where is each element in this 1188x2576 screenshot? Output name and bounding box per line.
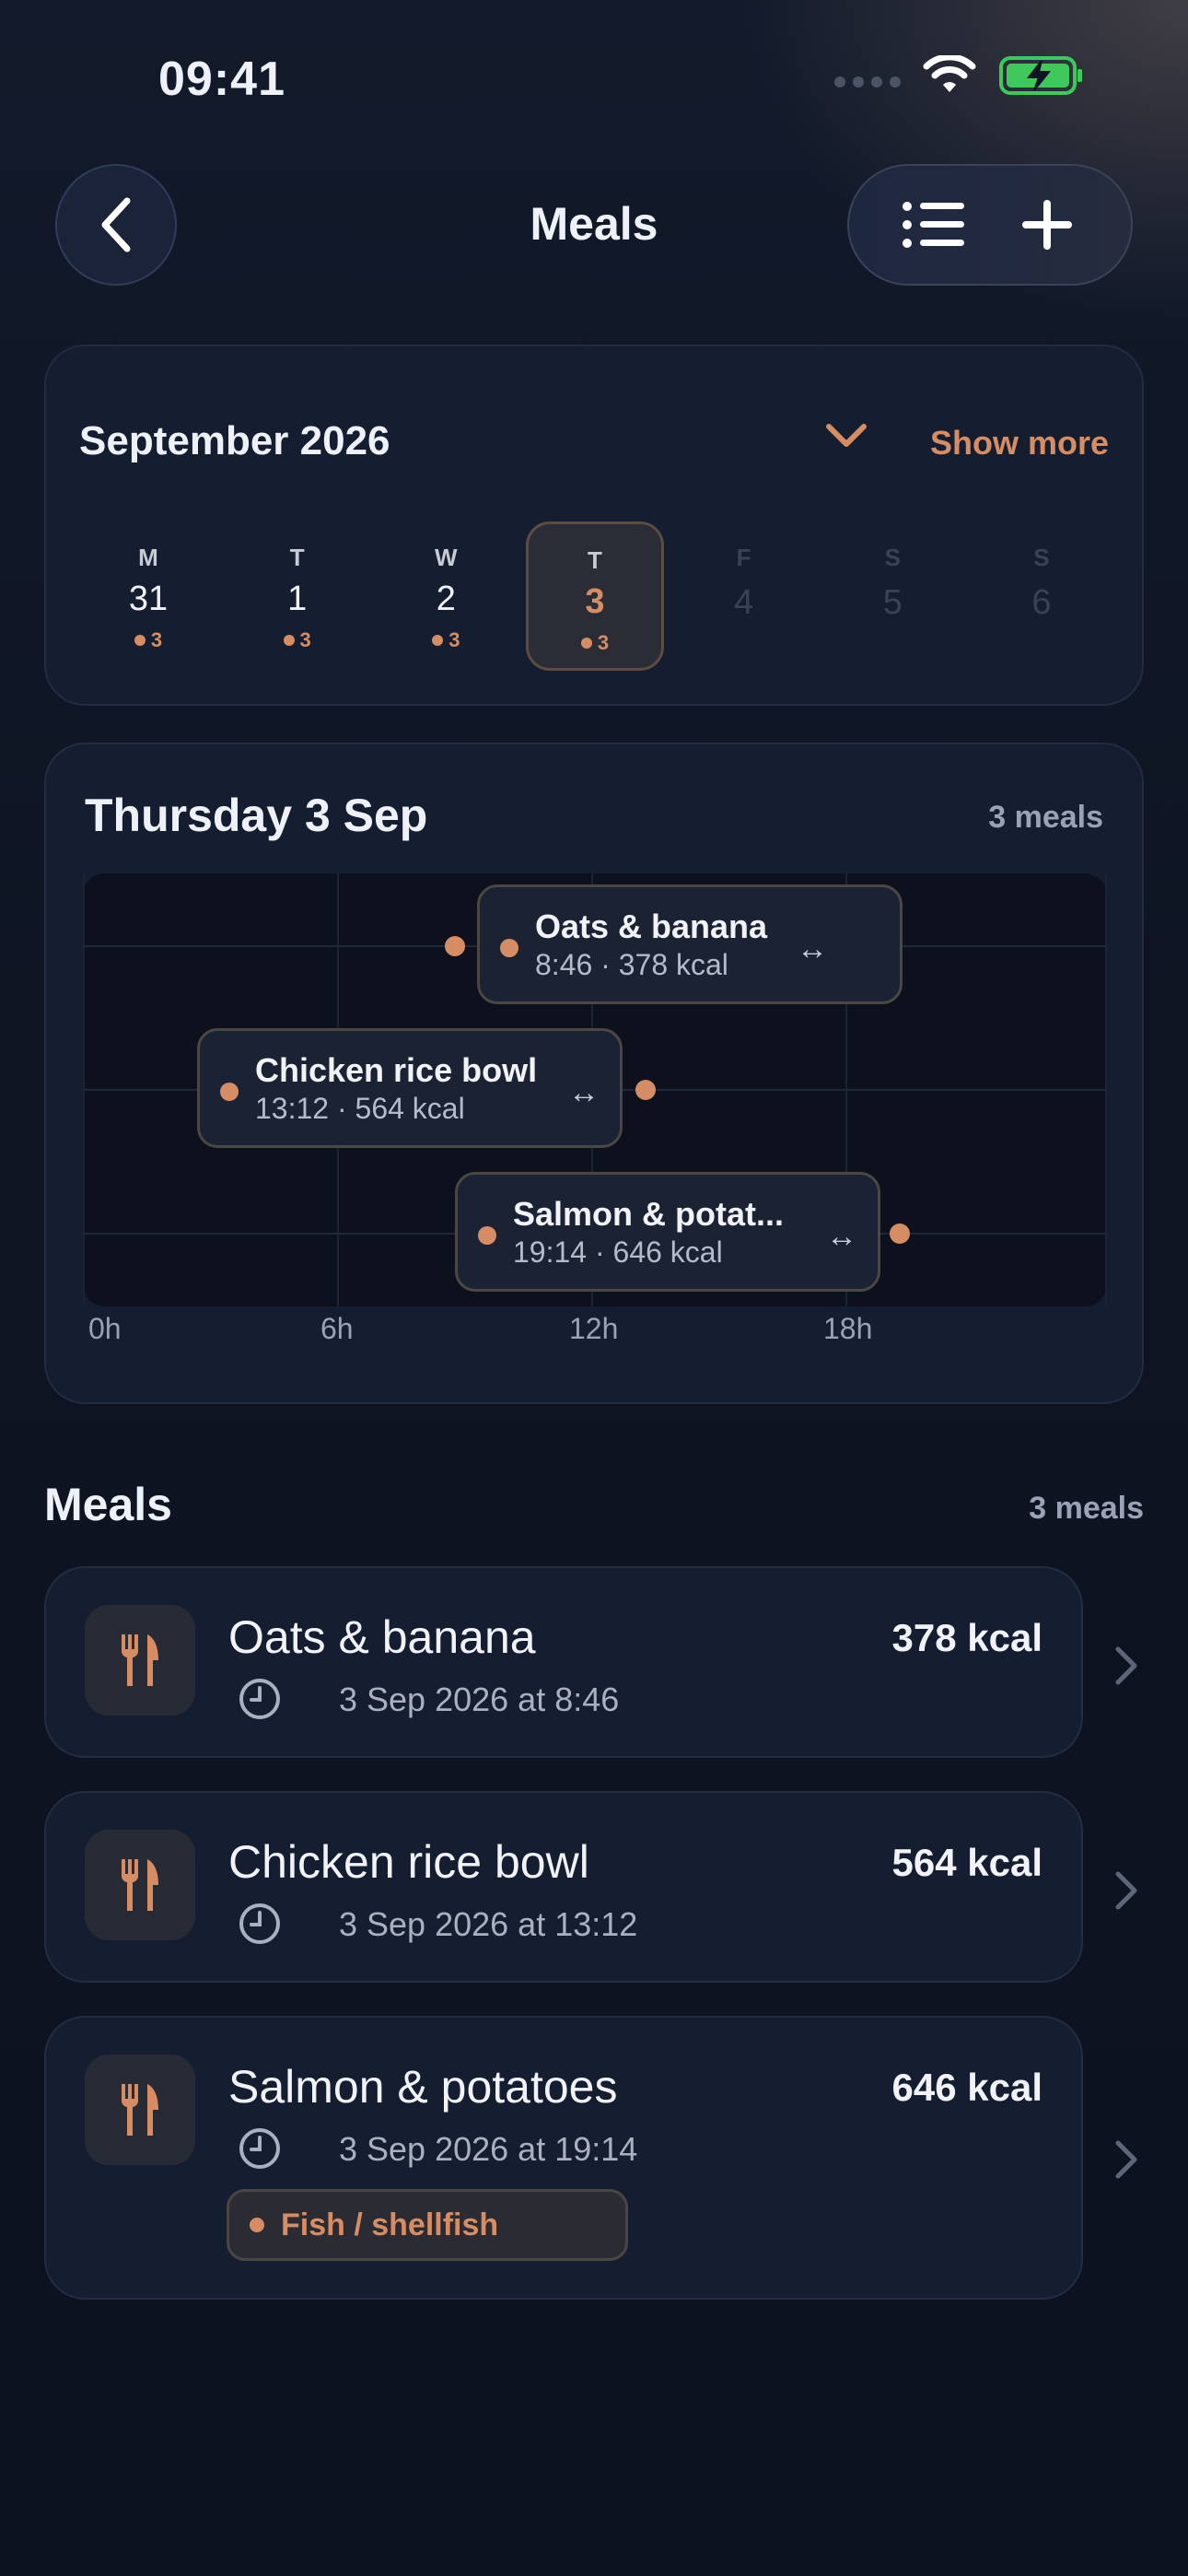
timeline-meal-name: Oats & banana bbox=[535, 907, 768, 945]
timeline-meal-detail: 19:14 · 646 kcal bbox=[513, 1235, 723, 1269]
timeline-meal-detail: 8:46 · 378 kcal bbox=[535, 948, 728, 981]
day-cell[interactable]: T 1 3 bbox=[228, 521, 367, 671]
day-date: 1 bbox=[287, 580, 308, 618]
meal-name: Oats & banana bbox=[228, 1611, 536, 1663]
horizontal-arrows-icon: ↔ bbox=[797, 931, 828, 966]
fork-knife-icon bbox=[121, 1859, 158, 1911]
wifi-icon bbox=[923, 55, 976, 92]
day-date: 5 bbox=[882, 583, 903, 622]
clock-icon bbox=[239, 1903, 280, 1944]
axis-label: 6h bbox=[320, 1312, 354, 1345]
timeline-meal[interactable]: Salmon & potat... 19:14 · 646 kcal ↔ bbox=[455, 1172, 880, 1292]
meal-row[interactable]: Oats & banana 378 kcal 3 Sep 2026 at 8:4… bbox=[44, 1566, 1083, 1758]
day-weekday: T bbox=[289, 544, 305, 571]
chevron-down-icon[interactable] bbox=[825, 422, 868, 450]
day-weekday: M bbox=[138, 544, 158, 571]
meal-name: Chicken rice bowl bbox=[228, 1836, 589, 1888]
allergen-tag: Fish / shellfish bbox=[227, 2189, 628, 2261]
meal-time: 3 Sep 2026 at 13:12 bbox=[339, 1905, 638, 1943]
timeline-meal[interactable]: Chicken rice bowl 13:12 · 564 kcal ↔ bbox=[197, 1028, 623, 1148]
day-date: 2 bbox=[436, 580, 456, 618]
end-handle[interactable] bbox=[890, 1224, 910, 1244]
day-weekday: S bbox=[1033, 544, 1050, 571]
fork-knife-icon bbox=[121, 1634, 158, 1686]
end-handle[interactable] bbox=[635, 1080, 656, 1100]
meal-icon-box bbox=[85, 1605, 195, 1715]
meal-kcal: 564 kcal bbox=[891, 1841, 1043, 1884]
timeline-plot: Oats & banana 8:46 · 378 kcal ↔ Chicken … bbox=[83, 873, 1107, 1306]
section-count: 3 meals bbox=[1029, 1491, 1144, 1526]
day-cell[interactable]: W 2 3 bbox=[377, 521, 515, 671]
day-meal-count: 3 bbox=[377, 628, 515, 652]
meal-name: Salmon & potatoes bbox=[228, 2061, 618, 2113]
meal-kcal: 378 kcal bbox=[891, 1616, 1043, 1659]
day-date: 3 bbox=[585, 582, 605, 621]
day-date: 4 bbox=[734, 583, 754, 622]
chevron-right-icon[interactable] bbox=[1112, 2139, 1140, 2180]
meal-time: 3 Sep 2026 at 19:14 bbox=[339, 2130, 638, 2168]
fork-knife-icon bbox=[121, 2084, 158, 2136]
status-icons bbox=[834, 55, 1085, 96]
horizontal-arrows-icon: ↔ bbox=[826, 1219, 857, 1254]
battery-charging-icon bbox=[999, 56, 1082, 95]
allergen-tag-label: Fish / shellfish bbox=[281, 2207, 499, 2242]
timeline-meal-detail: 13:12 · 564 kcal bbox=[255, 1092, 465, 1125]
list-button[interactable] bbox=[892, 183, 975, 266]
timeline-count: 3 meals bbox=[988, 800, 1103, 835]
nav-actions bbox=[847, 164, 1133, 286]
week-strip: M 31 3 T 1 3 W 2 3 T 3 3 F 4 S 5 S 6 bbox=[79, 521, 1111, 671]
calendar-card: September 2026 Show more M 31 3 T 1 3 W … bbox=[44, 345, 1144, 706]
timeline-meal-name: Salmon & potat... bbox=[513, 1195, 785, 1233]
cellular-signal-icon bbox=[834, 76, 901, 88]
axis-label: 0h bbox=[88, 1312, 122, 1345]
section-title: Meals bbox=[44, 1479, 172, 1530]
day-cell: S 5 bbox=[823, 521, 961, 671]
day-date: 6 bbox=[1031, 583, 1052, 622]
day-weekday: W bbox=[435, 544, 458, 571]
axis-label: 12h bbox=[569, 1312, 619, 1345]
clock-icon bbox=[239, 2128, 280, 2169]
day-weekday: F bbox=[736, 544, 751, 571]
horizontal-arrows-icon: ↔ bbox=[568, 1075, 600, 1110]
chevron-right-icon[interactable] bbox=[1112, 1870, 1140, 1911]
add-button[interactable] bbox=[1006, 183, 1089, 266]
timeline-meal-name: Chicken rice bowl bbox=[255, 1051, 538, 1089]
list-icon bbox=[902, 202, 964, 248]
day-weekday: S bbox=[884, 544, 901, 571]
day-cell[interactable]: M 31 3 bbox=[79, 521, 217, 671]
day-meal-count: 3 bbox=[228, 628, 367, 652]
day-cell: S 6 bbox=[973, 521, 1111, 671]
status-time: 09:41 bbox=[158, 53, 285, 106]
meal-icon-box bbox=[85, 1830, 195, 1940]
day-cell-selected[interactable]: T 3 3 bbox=[525, 521, 664, 671]
day-meal-count: 3 bbox=[79, 628, 217, 652]
axis-label: 18h bbox=[823, 1312, 873, 1345]
meal-time: 3 Sep 2026 at 8:46 bbox=[339, 1680, 620, 1718]
meal-row[interactable]: Salmon & potatoes 646 kcal 3 Sep 2026 at… bbox=[44, 2016, 1083, 2300]
meal-icon-box bbox=[85, 2055, 195, 2165]
plus-icon bbox=[1021, 200, 1072, 250]
start-handle[interactable] bbox=[445, 936, 465, 956]
meal-kcal: 646 kcal bbox=[891, 2066, 1043, 2109]
meal-row[interactable]: Chicken rice bowl 564 kcal 3 Sep 2026 at… bbox=[44, 1791, 1083, 1983]
day-cell: F 4 bbox=[675, 521, 813, 671]
timeline-title: Thursday 3 Sep bbox=[85, 790, 428, 841]
day-weekday: T bbox=[588, 546, 602, 574]
day-meal-count: 3 bbox=[529, 631, 661, 655]
timeline-meal[interactable]: Oats & banana 8:46 · 378 kcal ↔ bbox=[477, 884, 903, 1004]
show-more-button[interactable]: Show more bbox=[930, 424, 1109, 463]
chevron-right-icon[interactable] bbox=[1112, 1645, 1140, 1686]
day-timeline-card: Thursday 3 Sep 3 meals Oats & banana 8:4… bbox=[44, 743, 1144, 1404]
day-date: 31 bbox=[128, 580, 169, 618]
clock-icon bbox=[239, 1679, 280, 1719]
month-title: September 2026 bbox=[79, 418, 390, 463]
